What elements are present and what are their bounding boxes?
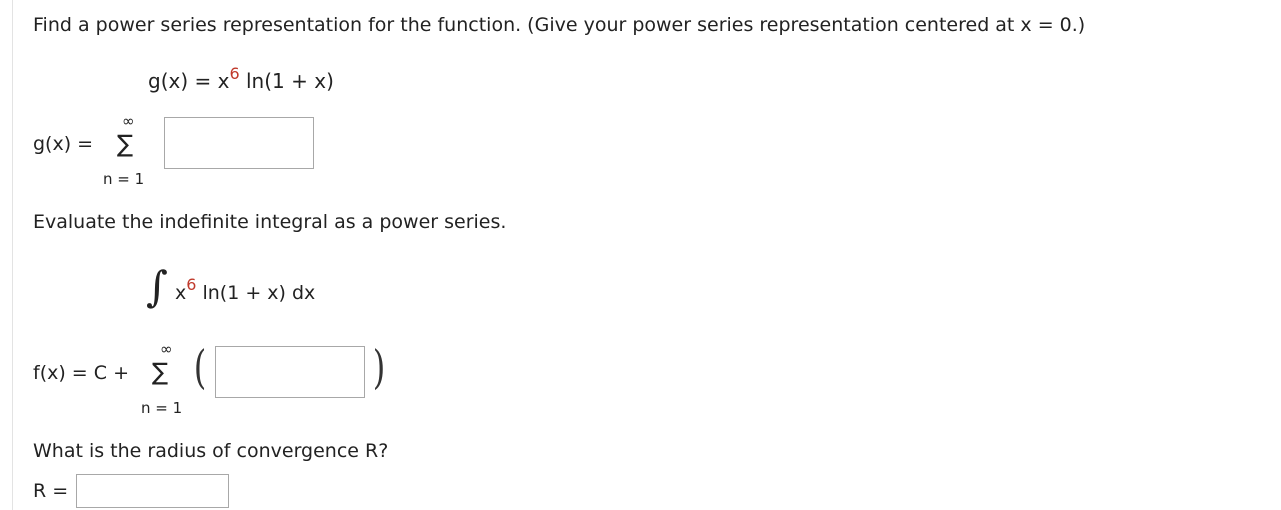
radius-answer-box[interactable] (76, 474, 229, 508)
series1-lhs: g(x) = (33, 133, 94, 155)
series1-upper-limit: ∞ (122, 112, 135, 130)
integral-prompt: Evaluate the indefinite integral as a po… (33, 211, 507, 233)
radius-answer-input[interactable] (77, 475, 228, 507)
integral-icon: ∫ (146, 262, 168, 311)
series1-answer-box[interactable] (164, 117, 314, 169)
series2-answer-input[interactable] (216, 347, 364, 397)
left-paren-icon: ( (193, 340, 207, 394)
series2-upper-limit: ∞ (160, 340, 173, 358)
radius-question: What is the radius of convergence R? (33, 440, 389, 462)
series1-sigma-icon: ∑ (117, 130, 134, 158)
series2-answer-box[interactable] (215, 346, 365, 398)
series2-lower-limit: n = 1 (141, 399, 183, 417)
problem-intro: Find a power series representation for t… (33, 14, 1086, 36)
integral-expression: x6 ln(1 + x) dx (175, 275, 315, 304)
function-exponent: 6 (229, 64, 240, 83)
radius-label: R = (33, 480, 69, 502)
left-border (12, 0, 13, 510)
integral-exponent: 6 (186, 275, 197, 294)
integral-base: x (175, 282, 187, 304)
series1-lower-limit: n = 1 (103, 170, 145, 188)
function-definition: g(x) = x6 ln(1 + x) (148, 64, 334, 93)
series1-answer-input[interactable] (165, 118, 313, 168)
right-paren-icon: ) (372, 340, 386, 394)
function-rhs: ln(1 + x) (239, 69, 334, 93)
function-lhs: g(x) = x (148, 69, 230, 93)
integral-rest: ln(1 + x) dx (196, 282, 316, 304)
series2-lhs: f(x) = C + (33, 362, 129, 384)
series2-sigma-icon: ∑ (152, 358, 169, 386)
